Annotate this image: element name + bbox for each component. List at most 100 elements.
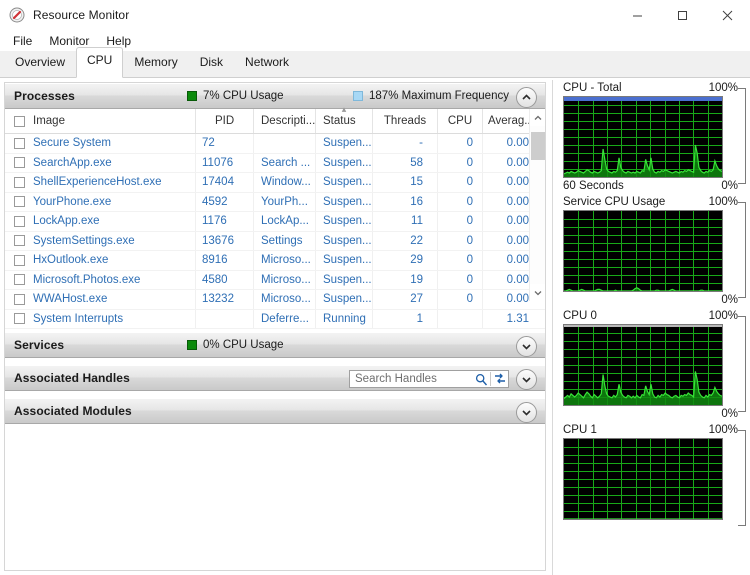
row-checkbox[interactable] (14, 215, 25, 227)
table-row[interactable]: YourPhone.exe 4592 YourPh... Suspen... 16 0 0.… (5, 192, 545, 212)
section-header-modules[interactable]: Associated Modules (5, 398, 545, 424)
row-threads: 19 (372, 270, 437, 289)
column-header-status[interactable]: ▴ Status (315, 105, 372, 133)
scrollbar-track[interactable] (530, 126, 545, 284)
row-checkbox[interactable] (14, 137, 25, 149)
scrollbar-thumb[interactable] (531, 132, 545, 160)
graph-max-label: 100% (708, 82, 738, 94)
services-expand-button[interactable] (516, 336, 537, 357)
row-checkbox[interactable] (14, 254, 25, 266)
graph-min-label: 0% (721, 408, 738, 420)
graph-bottom-labels (563, 520, 738, 536)
row-checkbox[interactable] (14, 274, 25, 286)
tab-disk[interactable]: Disk (189, 49, 234, 78)
tab-network[interactable]: Network (234, 49, 300, 78)
table-row[interactable]: ShellExperienceHost.exe 17404 Window... Sus… (5, 173, 545, 193)
table-row[interactable]: HxOutlook.exe 8916 Microso... Suspen... 29 0 0… (5, 251, 545, 271)
minimize-button[interactable] (615, 0, 660, 30)
column-header-image[interactable]: Image (5, 109, 195, 133)
row-image-cell: System Interrupts (5, 310, 195, 329)
row-checkbox[interactable] (14, 313, 25, 325)
handles-expand-button[interactable] (516, 369, 537, 390)
table-row[interactable]: System Interrupts Deferre... Running 1 1.31 (5, 309, 545, 329)
table-row[interactable]: LockApp.exe 1176 LockAp... Suspen... 11 0 0.00 (5, 212, 545, 232)
search-button[interactable] (473, 373, 490, 386)
table-row[interactable]: Microsoft.Photos.exe 4580 Microso... Suspen… (5, 270, 545, 290)
scroll-down-button[interactable] (530, 284, 545, 301)
section-header-services[interactable]: Services 0% CPU Usage (5, 332, 545, 358)
close-button[interactable] (705, 0, 750, 30)
column-header-pid[interactable]: PID (195, 109, 253, 133)
row-image-cell: LockApp.exe (5, 212, 195, 231)
row-image-cell: HxOutlook.exe (5, 251, 195, 270)
row-pid: 13232 (195, 290, 253, 309)
section-header-handles[interactable]: Associated Handles (5, 365, 545, 391)
row-threads: 22 (372, 231, 437, 250)
row-description: Deferre... (253, 309, 315, 328)
processes-collapse-button[interactable] (516, 87, 537, 108)
process-list-scrollbar[interactable] (529, 109, 545, 301)
row-image-cell: Secure System (5, 134, 195, 153)
table-row[interactable]: WWAHost.exe 13232 Microso... Suspen... 27 0 0.… (5, 290, 545, 310)
column-header-threads[interactable]: Threads (372, 109, 437, 133)
graph-scale-bracket (738, 316, 746, 412)
row-status: Suspen... (315, 153, 372, 172)
graph-canvas (563, 210, 723, 292)
row-image-label: Microsoft.Photos.exe (33, 273, 141, 286)
table-row[interactable]: SystemSettings.exe 13676 Settings Suspen...… (5, 231, 545, 251)
modules-expand-button[interactable] (516, 402, 537, 423)
graph-2: CPU 0 100% 0% (553, 308, 748, 422)
search-handles-box[interactable] (349, 370, 509, 388)
row-checkbox[interactable] (14, 293, 25, 305)
graphs-pane: CPU - Total 100% 60 Seconds 0% Service CPU U… (552, 80, 748, 575)
row-threads: 1 (372, 309, 437, 328)
row-description: YourPh... (253, 192, 315, 211)
graph-max-label: 100% (708, 196, 738, 208)
row-image-label: ShellExperienceHost.exe (33, 176, 162, 188)
menu-item-file[interactable]: File (8, 32, 41, 50)
row-image-cell: SearchApp.exe (5, 154, 195, 173)
section-header-processes[interactable]: Processes 7% CPU Usage 187% Maximum Freq… (5, 83, 545, 109)
tab-cpu[interactable]: CPU (76, 47, 124, 78)
row-checkbox[interactable] (14, 157, 25, 169)
tab-memory[interactable]: Memory (123, 49, 188, 78)
title-bar: Resource Monitor (0, 0, 750, 30)
row-status: Running (315, 309, 372, 328)
graph-bottom-labels: 0% (563, 292, 738, 308)
search-handles-input[interactable] (355, 373, 473, 385)
scroll-up-button[interactable] (530, 109, 545, 126)
row-cpu: 0 (437, 270, 482, 289)
row-checkbox[interactable] (14, 196, 25, 208)
maximize-button[interactable] (660, 0, 705, 30)
graph-top-labels: CPU 1 100% (563, 422, 738, 438)
frequency-band (564, 97, 722, 101)
table-row[interactable]: SearchApp.exe 11076 Search ... Suspen... 58 0… (5, 153, 545, 173)
services-cpu-label: 0% CPU Usage (203, 339, 284, 351)
graph-1: Service CPU Usage 100% 0% (553, 194, 748, 308)
processes-cpu-usage: 7% CPU Usage (187, 90, 284, 102)
row-pid: 4580 (195, 270, 253, 289)
graph-max-label: 100% (708, 424, 738, 436)
table-row[interactable]: Secure System 72 Suspen... -0 0.00 (5, 134, 545, 154)
column-header-description[interactable]: Descripti... (253, 109, 315, 133)
row-pid: 1176 (195, 212, 253, 231)
caret-up-icon: ▴ (341, 104, 347, 114)
row-description: LockAp... (253, 212, 315, 231)
row-checkbox[interactable] (14, 235, 25, 247)
row-status: Suspen... (315, 231, 372, 250)
select-all-checkbox[interactable] (14, 115, 25, 127)
column-header-cpu[interactable]: CPU (437, 109, 482, 133)
refresh-arrows-icon (494, 373, 505, 384)
row-image-cell: Microsoft.Photos.exe (5, 271, 195, 290)
tab-overview[interactable]: Overview (4, 49, 76, 78)
refresh-button[interactable] (491, 373, 508, 385)
row-cpu: 0 (437, 173, 482, 192)
row-cpu (437, 309, 482, 328)
graph-top-labels: Service CPU Usage 100% (563, 194, 738, 210)
row-checkbox[interactable] (14, 176, 25, 188)
graph-canvas (563, 96, 723, 178)
graph-title: CPU 1 (563, 424, 597, 436)
services-cpu-usage: 0% CPU Usage (187, 339, 284, 351)
frequency-rule (564, 325, 722, 327)
row-pid: 17404 (195, 173, 253, 192)
